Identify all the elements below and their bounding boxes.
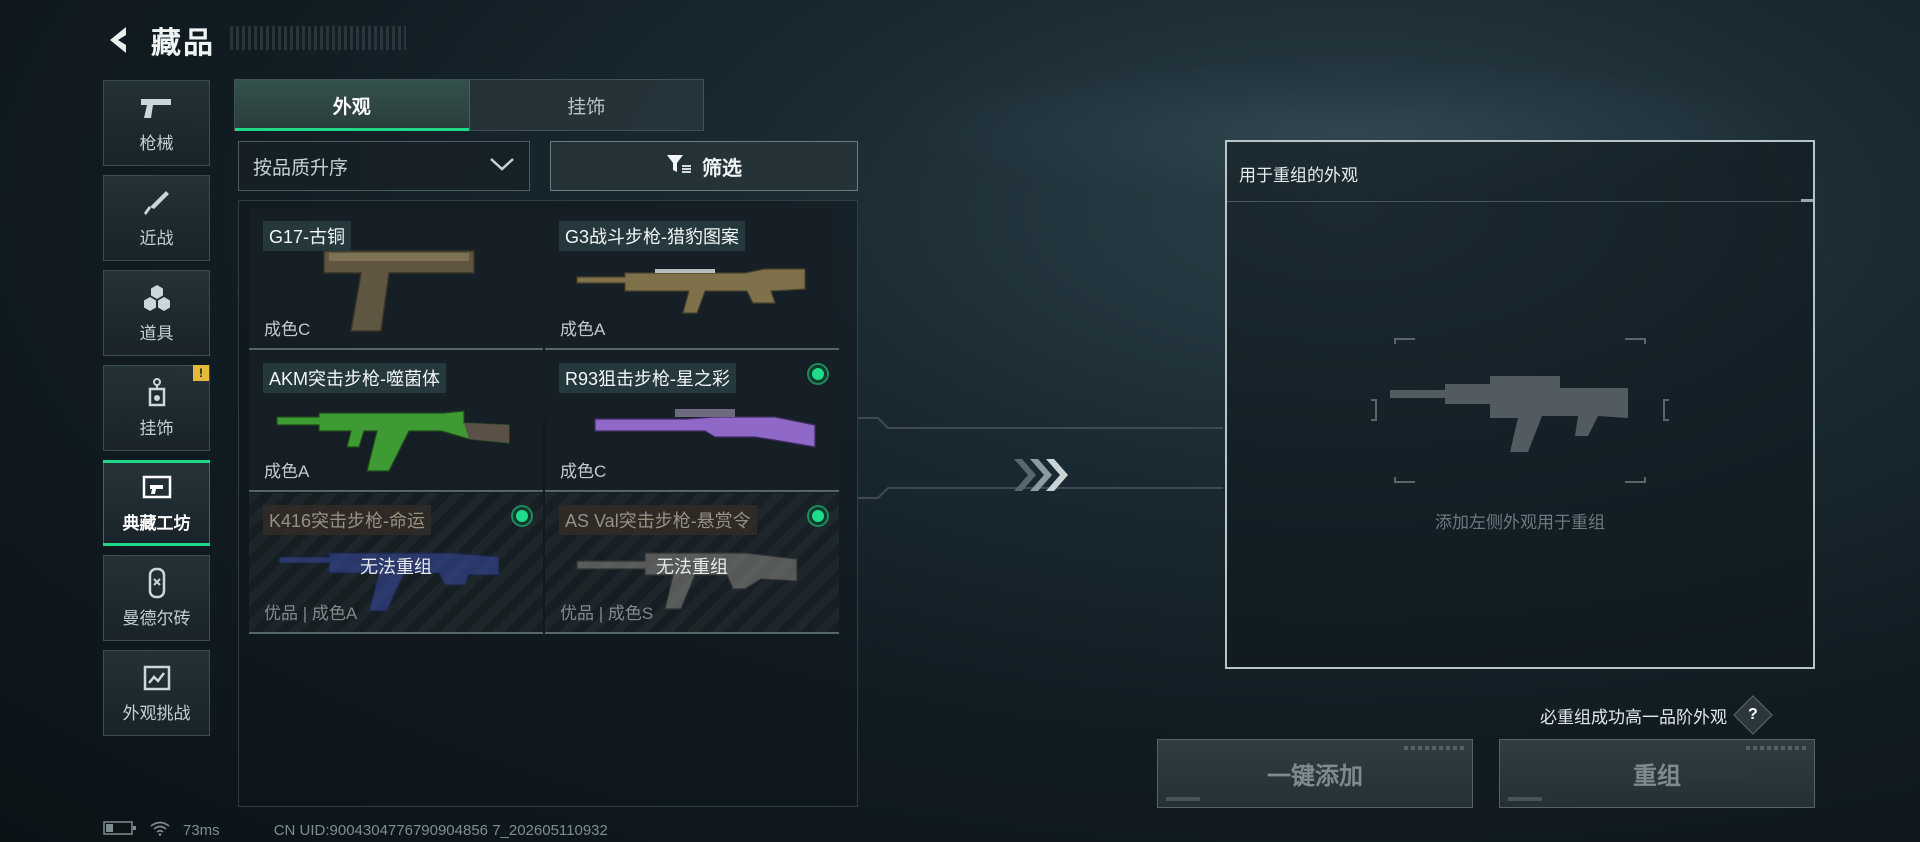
category-label: 外观挑战 — [122, 703, 191, 723]
category-items[interactable]: 道具 — [103, 270, 210, 356]
brick-icon — [139, 567, 175, 598]
chevron-down-icon — [489, 156, 515, 177]
uid-text: CN UID:9004304776790904856 7_20260511093… — [273, 821, 608, 839]
category-melee[interactable]: 近战 — [103, 175, 210, 261]
chevrons-right-icon — [1014, 459, 1068, 491]
skin-card-k416[interactable]: K416突击步枪-命运 无法重组 优品 | 成色A — [249, 493, 543, 634]
selected-dot — [809, 507, 827, 525]
skin-name: G3战斗步枪-猎豹图案 — [559, 221, 746, 251]
filter-icon — [666, 153, 692, 180]
add-all-label: 一键添加 — [1267, 763, 1363, 790]
challenge-icon — [139, 663, 175, 693]
ping-value: 73ms — [183, 821, 220, 839]
category-label: 枪械 — [139, 133, 174, 153]
skin-card-g3[interactable]: G3战斗步枪-猎豹图案 成色A — [545, 209, 839, 350]
charm-tag-icon — [139, 377, 175, 408]
pistol-icon — [139, 93, 175, 123]
sort-dropdown[interactable]: 按品质升序 — [238, 141, 530, 191]
help-icon[interactable]: ? — [1733, 695, 1773, 735]
battery-icon — [103, 820, 137, 840]
panel-title: 用于重组的外观 — [1227, 142, 1813, 202]
skin-card-r93[interactable]: R93狙击步枪-星之彩 成色C — [545, 351, 839, 492]
hexagon-cluster-icon — [139, 283, 175, 313]
category-label: 近战 — [139, 228, 174, 248]
skin-condition: 成色C — [264, 320, 311, 339]
workshop-icon — [139, 473, 175, 503]
skin-grid: G17-古铜 成色C G3战斗步枪-猎豹图案 成色A AKM突击步枪-噬菌体 成… — [238, 200, 858, 807]
tab-bar: 外观 挂饰 — [234, 79, 704, 131]
page-header: 藏品 — [103, 18, 215, 62]
rifle-silhouette-icon — [1371, 338, 1669, 483]
placeholder-hint: 添加左侧外观用于重组 — [1435, 513, 1605, 532]
category-guns[interactable]: 枪械 — [103, 80, 210, 166]
skin-card-akm[interactable]: AKM突击步枪-噬菌体 成色A — [249, 351, 543, 492]
skin-name: K416突击步枪-命运 — [263, 505, 432, 535]
category-skin-challenge[interactable]: 外观挑战 — [103, 650, 210, 736]
tab-charms[interactable]: 挂饰 — [468, 80, 704, 130]
remix-button[interactable]: 重组 — [1499, 739, 1815, 808]
filter-button[interactable]: 筛选 — [550, 141, 858, 191]
unavailable-label: 无法重组 — [360, 557, 432, 577]
skin-name: G17-古铜 — [263, 221, 352, 251]
skin-name: R93狙击步枪-星之彩 — [559, 363, 737, 393]
back-arrow-icon[interactable] — [103, 23, 137, 57]
remix-label: 重组 — [1633, 763, 1681, 790]
page-title: 藏品 — [151, 27, 215, 60]
remix-slot-panel[interactable]: 用于重组的外观 添加左侧外观用于重组 — [1225, 140, 1815, 669]
category-mandel-brick[interactable]: 曼德尔砖 — [103, 555, 210, 641]
skin-name: AKM突击步枪-噬菌体 — [263, 363, 446, 393]
skin-card-g17[interactable]: G17-古铜 成色C — [249, 209, 543, 350]
sort-value: 按品质升序 — [253, 157, 349, 179]
skin-condition: 优品 | 成色S — [560, 604, 654, 623]
wifi-icon — [149, 820, 171, 840]
category-workshop[interactable]: 典藏工坊 — [103, 460, 210, 546]
category-label: 道具 — [139, 323, 174, 343]
title-decoration — [230, 26, 406, 50]
category-charms[interactable]: ! 挂饰 — [103, 365, 210, 451]
selected-dot — [809, 365, 827, 383]
skin-name: AS Val突击步枪-悬赏令 — [559, 505, 757, 535]
category-label: 挂饰 — [139, 418, 174, 438]
category-sidebar: 枪械 近战 道具 ! 挂饰 典藏工坊 曼德尔砖 外观挑战 — [103, 80, 211, 745]
filter-label: 筛选 — [702, 157, 742, 180]
skin-card-asval[interactable]: AS Val突击步枪-悬赏令 无法重组 优品 | 成色S — [545, 493, 839, 634]
skin-condition: 成色A — [264, 462, 310, 481]
category-label: 曼德尔砖 — [122, 608, 191, 628]
guarantee-hint-row: 必重组成功高一品阶外观 ? — [1540, 695, 1773, 735]
skin-condition: 成色A — [560, 320, 606, 339]
warning-badge: ! — [193, 365, 209, 381]
guarantee-hint: 必重组成功高一品阶外观 — [1540, 707, 1727, 727]
selected-dot — [513, 507, 531, 525]
skin-condition: 成色C — [560, 462, 607, 481]
knife-icon — [139, 188, 175, 218]
tab-skins[interactable]: 外观 — [235, 80, 469, 131]
category-label: 典藏工坊 — [122, 513, 191, 533]
unavailable-label: 无法重组 — [656, 557, 728, 577]
skin-condition: 优品 | 成色A — [264, 604, 358, 623]
add-all-button[interactable]: 一键添加 — [1157, 739, 1473, 808]
status-bar: 73ms CN UID:9004304776790904856 7_202605… — [103, 820, 608, 840]
